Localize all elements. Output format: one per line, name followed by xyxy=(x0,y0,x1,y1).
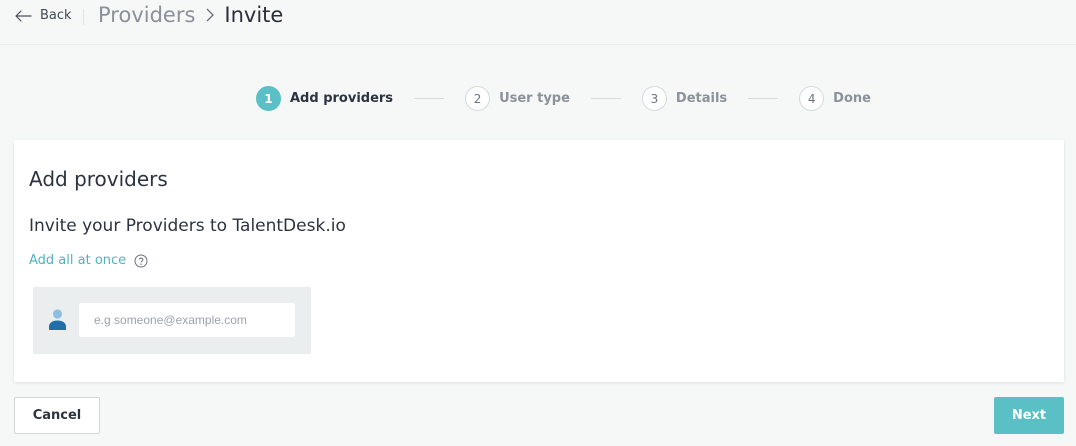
cancel-button[interactable]: Cancel xyxy=(14,397,100,434)
page-title: Invite xyxy=(224,3,284,27)
step-label: Done xyxy=(833,91,871,106)
header-divider xyxy=(83,9,84,25)
question-circle-icon[interactable] xyxy=(134,254,148,268)
step-number: 3 xyxy=(641,86,667,111)
step-label: User type xyxy=(499,91,570,106)
back-link[interactable]: Back xyxy=(14,8,72,23)
add-all-row: Add all at once xyxy=(29,253,148,268)
step-number: 2 xyxy=(465,86,491,111)
step-done: 4 Done xyxy=(799,86,871,111)
step-label: Details xyxy=(675,91,728,106)
step-user-type: 2 User type xyxy=(465,86,570,111)
step-connector xyxy=(590,98,621,99)
person-icon xyxy=(49,309,66,330)
step-number: 4 xyxy=(799,86,825,111)
add-providers-card: Add providers Invite your Providers to T… xyxy=(14,140,1064,382)
invite-row xyxy=(33,287,311,354)
back-label: Back xyxy=(40,8,72,23)
card-subtitle: Invite your Providers to TalentDesk.io xyxy=(29,216,346,236)
chevron-right-icon xyxy=(206,8,215,22)
step-number: 1 xyxy=(256,86,281,111)
step-label: Add providers xyxy=(290,91,394,106)
step-connector xyxy=(748,98,779,99)
breadcrumb: Providers Invite xyxy=(98,3,283,27)
step-details: 3 Details xyxy=(641,86,728,111)
step-connector xyxy=(414,98,445,99)
next-button[interactable]: Next xyxy=(994,397,1064,434)
breadcrumb-providers[interactable]: Providers xyxy=(98,3,195,27)
page-header: Back Providers Invite xyxy=(0,0,1076,45)
add-all-at-once-link[interactable]: Add all at once xyxy=(29,253,126,268)
email-input[interactable] xyxy=(79,303,295,337)
card-title: Add providers xyxy=(29,167,168,191)
arrow-left-icon xyxy=(15,9,32,22)
progress-stepper: 1 Add providers 2 User type 3 Details 4 … xyxy=(256,86,871,111)
step-add-providers: 1 Add providers xyxy=(256,86,393,111)
